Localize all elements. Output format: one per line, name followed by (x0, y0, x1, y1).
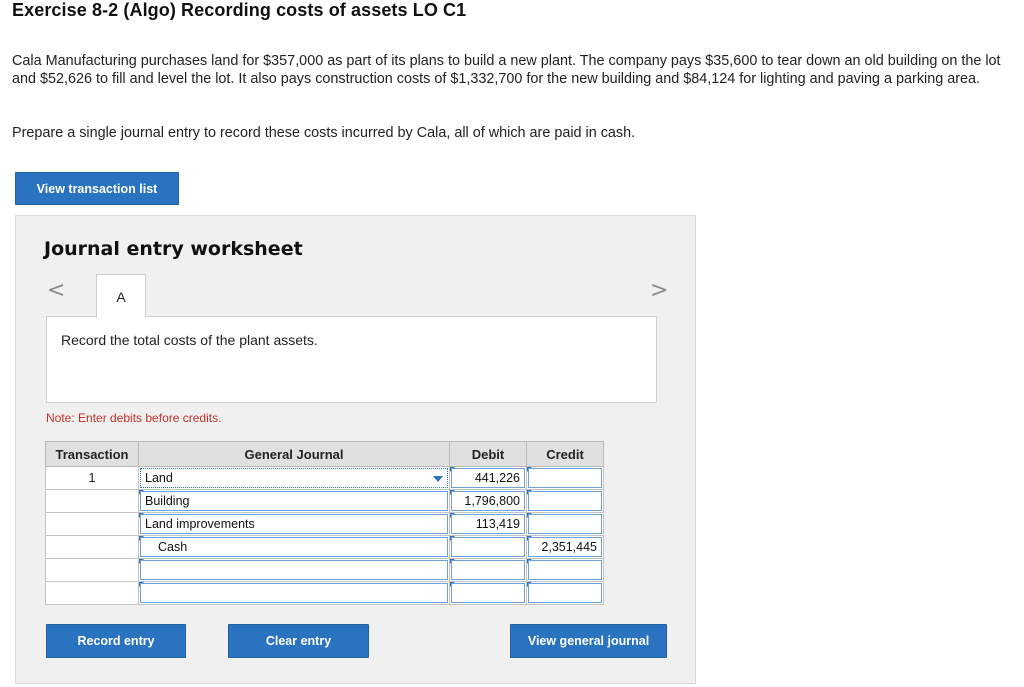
page-title: Exercise 8-2 (Algo) Recording costs of a… (12, 0, 467, 20)
transaction-number: 1 (45, 466, 139, 490)
debit-input[interactable]: 1,796,800 (451, 491, 525, 511)
problem-instruction: Prepare a single journal entry to record… (12, 125, 636, 141)
header-general-journal: General Journal (138, 441, 450, 467)
chevron-left-icon[interactable]: < (47, 278, 65, 303)
credit-input[interactable] (528, 468, 602, 488)
account-input[interactable] (140, 583, 448, 603)
table-row (45, 581, 604, 605)
record-entry-button[interactable]: Record entry (46, 624, 186, 658)
worksheet-title: Journal entry worksheet (44, 238, 303, 260)
debit-input[interactable] (451, 560, 525, 580)
account-value: Land (145, 471, 173, 485)
table-row: 1 Land 441,226 (45, 466, 604, 490)
header-credit: Credit (526, 441, 604, 467)
account-input[interactable] (140, 560, 448, 580)
journal-table: Transaction General Journal Debit Credit… (45, 441, 604, 605)
table-row: Cash 2,351,445 (45, 535, 604, 559)
transaction-number (45, 558, 139, 582)
tab-a[interactable]: A (96, 274, 146, 318)
clear-entry-button[interactable]: Clear entry (228, 624, 369, 658)
header-debit: Debit (449, 441, 527, 467)
header-transaction: Transaction (45, 441, 139, 467)
problem-description: Cala Manufacturing purchases land for $3… (12, 53, 1001, 87)
journal-entry-worksheet: Journal entry worksheet < > A Record the… (15, 215, 696, 684)
credit-input[interactable] (528, 514, 602, 534)
debit-input[interactable]: 441,226 (451, 468, 525, 488)
credit-input[interactable] (528, 583, 602, 603)
account-input[interactable]: Land improvements (140, 514, 448, 534)
debit-input[interactable] (451, 583, 525, 603)
account-select[interactable]: Land (140, 468, 448, 488)
view-transaction-list-button[interactable]: View transaction list (15, 172, 179, 205)
credit-input[interactable]: 2,351,445 (528, 537, 602, 557)
instruction-panel: Record the total costs of the plant asse… (46, 316, 657, 403)
debit-input[interactable] (451, 537, 525, 557)
debit-input[interactable]: 113,419 (451, 514, 525, 534)
account-input[interactable]: Cash (140, 537, 448, 557)
credit-input[interactable] (528, 491, 602, 511)
instruction-text: Record the total costs of the plant asse… (61, 332, 318, 348)
credit-input[interactable] (528, 560, 602, 580)
view-general-journal-button[interactable]: View general journal (510, 624, 667, 658)
table-row: Building 1,796,800 (45, 489, 604, 513)
transaction-number (45, 512, 139, 536)
transaction-number (45, 581, 139, 605)
transaction-number (45, 489, 139, 513)
table-row: Land improvements 113,419 (45, 512, 604, 536)
account-input[interactable]: Building (140, 491, 448, 511)
dropdown-arrow-icon[interactable] (433, 476, 443, 482)
chevron-right-icon[interactable]: > (650, 278, 668, 303)
transaction-number (45, 535, 139, 559)
note-text: Note: Enter debits before credits. (46, 411, 222, 425)
table-row (45, 558, 604, 582)
